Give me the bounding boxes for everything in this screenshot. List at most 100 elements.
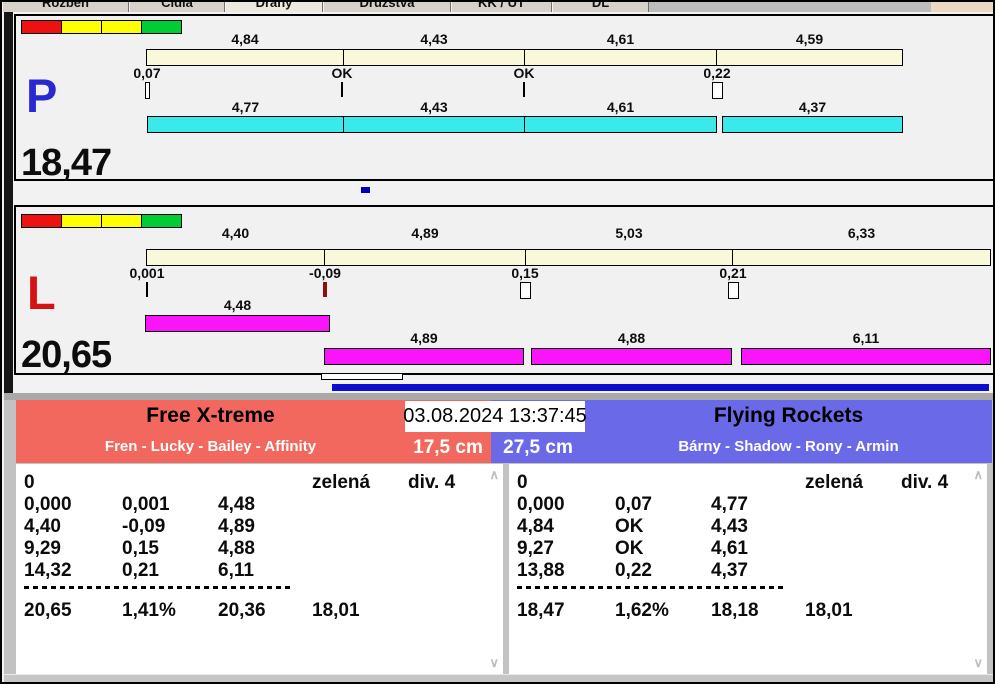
dog-time-label: 4,48 [223, 297, 252, 313]
result-cell: 4,40 [24, 516, 61, 537]
lane-total-time: 20,65 [21, 334, 112, 376]
bottom-strip [4, 674, 993, 682]
result-cell: 13,88 [517, 560, 565, 581]
result-cell: 0,000 [24, 494, 72, 515]
blue-progress-bar [332, 384, 989, 391]
total-cell: 18,47 [517, 600, 565, 621]
result-cell: -0,09 [122, 516, 166, 537]
scroll-up-icon[interactable]: ∧ [973, 468, 983, 481]
dog-time-bar [531, 348, 732, 365]
split-segment-bar [343, 49, 525, 66]
split-segment-bar [732, 249, 991, 266]
result-cell: 4,77 [711, 494, 748, 515]
tab-druzstva[interactable]: Družstva [323, 2, 451, 12]
tab-drahy[interactable]: Dráhy [225, 2, 323, 12]
team-right-name: Flying Rockets [713, 404, 864, 427]
start-diff-label: 0,21 [719, 265, 747, 281]
result-cell: div. 4 [408, 472, 456, 493]
result-list-left[interactable]: 0 zelená div. 4 0,000 0,001 4,48 4,40 -0,09 4,89… [16, 464, 503, 674]
lane-panel-right: 4,84 4,43 4,61 4,59 0,07 OK OK 0,22 4,77 4,43 4,61… [14, 14, 993, 184]
split-time-label: 4,61 [606, 31, 635, 47]
dog-time-label: 6,11 [852, 330, 880, 346]
tab-label: KK / ÚT [478, 2, 525, 10]
start-marker-box [728, 282, 739, 299]
split-segment-bar [324, 249, 526, 266]
result-cell: 9,29 [24, 538, 61, 559]
split-segment-bar [146, 249, 325, 266]
start-marker-line [523, 82, 525, 97]
tab-kk-ut[interactable]: KK / ÚT [451, 2, 552, 12]
result-cell: div. 4 [901, 472, 949, 493]
start-marker-box [520, 282, 531, 299]
total-cell: 20,65 [24, 600, 72, 621]
status-square [21, 214, 62, 228]
outline-indicator-bar [321, 373, 403, 380]
dog-time-label: 4,43 [420, 99, 448, 115]
start-marker-thinbox [145, 82, 150, 99]
app-window: Rozběh Čidla Dráhy Družstva KK / ÚT DL 4,84 4,… [0, 0, 995, 684]
tab-dl[interactable]: DL [552, 2, 649, 12]
split-segment-bar [146, 49, 344, 66]
result-cell: 4,84 [517, 516, 554, 537]
dog-time-label: 4,88 [617, 330, 646, 346]
scroll-up-icon[interactable]: ∧ [489, 468, 499, 481]
total-cell: 20,36 [218, 600, 266, 621]
result-cell: 4,48 [218, 494, 255, 515]
status-square [61, 20, 102, 34]
totals-separator [517, 586, 787, 589]
lane-letter: P [26, 69, 58, 122]
dog-time-bar [524, 116, 717, 133]
total-cell: 18,01 [805, 600, 853, 621]
start-marker-line [146, 282, 148, 297]
split-time-label: 4,40 [221, 225, 250, 241]
start-diff-label: 0,001 [129, 265, 165, 281]
jump-height-left: 17,5 cm [413, 436, 483, 458]
result-list-right[interactable]: 0 zelená div. 4 0,000 0,07 4,77 4,84 OK 4,43 9,27… [509, 464, 987, 674]
lane-letter: L [27, 266, 56, 319]
scroll-down-icon[interactable]: ∨ [973, 656, 983, 669]
dog-time-bar [147, 116, 344, 133]
start-diff-label: OK [513, 65, 535, 81]
tab-rozbeh[interactable]: Rozběh [2, 2, 129, 12]
start-marker-line [341, 82, 343, 97]
split-time-label: 6,33 [847, 225, 876, 241]
start-diff-label: 0,07 [133, 65, 161, 81]
start-diff-label: -0,09 [309, 265, 341, 281]
datetime-display: 03.08.2024 13:37:45 [403, 401, 587, 432]
result-cell: OK [615, 538, 644, 559]
tab-label: Čidla [161, 2, 193, 10]
tab-cidla[interactable]: Čidla [129, 2, 225, 12]
status-square [21, 20, 62, 34]
status-square [101, 214, 142, 228]
team-left-dogs: Fren - Lucky - Bailey - Affinity [104, 438, 317, 455]
start-marker-box [712, 82, 723, 99]
start-diff-label: 0,15 [511, 265, 539, 281]
split-segment-bar [716, 49, 903, 66]
total-cell: 18,18 [711, 600, 759, 621]
result-cell: 14,32 [24, 560, 72, 581]
scroll-down-icon[interactable]: ∨ [489, 656, 499, 669]
dog-time-label: 4,61 [606, 99, 635, 115]
tab-label: Dráhy [255, 2, 293, 10]
dog-time-label: 4,89 [410, 330, 438, 346]
result-cell: 6,11 [218, 560, 254, 581]
result-cell: 4,89 [218, 516, 255, 537]
tab-label: Družstva [359, 2, 415, 10]
result-cell: OK [615, 516, 644, 537]
divider-band [4, 393, 993, 400]
split-time-label: 5,03 [615, 225, 643, 241]
dog-time-bar [145, 315, 330, 332]
lane-total-time: 18,47 [21, 142, 112, 184]
total-cell: 1,41% [122, 600, 176, 621]
split-time-label: 4,89 [411, 225, 439, 241]
result-cell: zelená [312, 472, 371, 493]
result-cell: 9,27 [517, 538, 554, 559]
start-diff-label: OK [331, 65, 353, 81]
split-time-label: 4,43 [420, 31, 448, 47]
result-cell: 0,22 [615, 560, 652, 581]
dog-time-bar [343, 116, 525, 133]
result-cell: 0 [24, 472, 35, 493]
result-cell: 4,88 [218, 538, 255, 559]
result-cell: 4,61 [711, 538, 748, 559]
lane-panel-left: 4,40 4,89 5,03 6,33 0,001 -0,09 0,15 0,21 4,48 4,… [14, 205, 993, 376]
